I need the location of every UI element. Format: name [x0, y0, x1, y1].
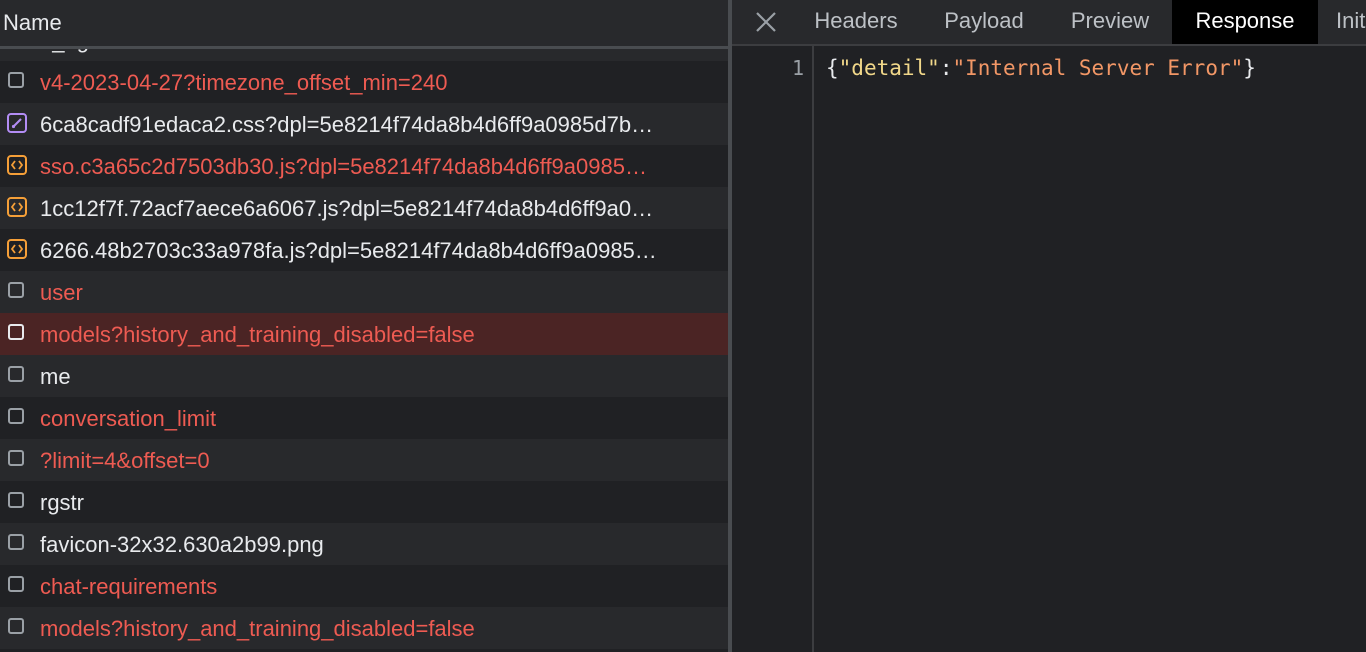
tab-payload[interactable]: Payload: [920, 0, 1048, 44]
json-colon: :: [939, 56, 953, 80]
name-column-header-label: Name: [3, 10, 62, 35]
request-row[interactable]: sso.c3a65c2d7503db30.js?dpl=5e8214f74da8…: [0, 145, 728, 187]
document-checkbox-icon: [8, 72, 24, 88]
close-icon[interactable]: [752, 8, 780, 36]
request-name: models?history_and_training_disabled=fal…: [40, 616, 475, 641]
request-rows: 2_ngc...v4-2023-04-27?timezone_offset_mi…: [0, 19, 728, 649]
document-checkbox-icon: [8, 576, 24, 592]
request-row[interactable]: models?history_and_training_disabled=fal…: [0, 313, 728, 355]
request-name: user: [40, 280, 83, 305]
request-row[interactable]: me: [0, 355, 728, 397]
request-row[interactable]: user: [0, 271, 728, 313]
request-name: ?limit=4&offset=0: [40, 448, 210, 473]
request-details: Headers Payload Preview Response Initiat…: [732, 0, 1366, 652]
request-row[interactable]: 6ca8cadf91edaca2.css?dpl=5e8214f74da8b4d…: [0, 103, 728, 145]
request-row[interactable]: chat-requirements: [0, 565, 728, 607]
document-checkbox-icon: [8, 618, 24, 634]
request-name: sso.c3a65c2d7503db30.js?dpl=5e8214f74da8…: [40, 154, 647, 179]
tab-headers[interactable]: Headers: [792, 0, 920, 44]
details-tabbar: Headers Payload Preview Response Initiat…: [732, 0, 1366, 46]
request-row[interactable]: conversation_limit: [0, 397, 728, 439]
script-file-icon: [7, 239, 27, 259]
request-name: me: [40, 364, 71, 389]
request-name: v4-2023-04-27?timezone_offset_min=240: [40, 70, 448, 95]
json-close-brace: }: [1243, 56, 1256, 80]
request-list: Name 2_ngc...v4-2023-04-27?timezone_offs…: [0, 0, 728, 652]
line-number: 1: [791, 56, 804, 80]
devtools-network-panel: Name 2_ngc...v4-2023-04-27?timezone_offs…: [0, 0, 1366, 652]
stylesheet-file-icon: [7, 113, 27, 133]
document-checkbox-icon: [8, 366, 24, 382]
request-name: 1cc12f7f.72acf7aece6a6067.js?dpl=5e8214f…: [40, 196, 654, 221]
json-string-value: "Internal Server Error": [952, 56, 1244, 80]
request-name: models?history_and_training_disabled=fal…: [40, 322, 475, 347]
tab-initiator[interactable]: Initiator: [1318, 0, 1366, 44]
request-row[interactable]: v4-2023-04-27?timezone_offset_min=240: [0, 61, 728, 103]
document-checkbox-icon: [8, 450, 24, 466]
script-file-icon: [7, 197, 27, 217]
response-viewer[interactable]: 1 {"detail":"Internal Server Error"}: [732, 46, 1366, 652]
tab-preview[interactable]: Preview: [1048, 0, 1172, 44]
request-row[interactable]: ?limit=4&offset=0: [0, 439, 728, 481]
request-row[interactable]: 1cc12f7f.72acf7aece6a6067.js?dpl=5e8214f…: [0, 187, 728, 229]
name-column-header[interactable]: Name: [0, 0, 728, 49]
response-body[interactable]: {"detail":"Internal Server Error"}: [826, 56, 1256, 80]
request-name: rgstr: [40, 490, 84, 515]
document-checkbox-icon: [8, 282, 24, 298]
document-checkbox-icon: [8, 492, 24, 508]
request-row[interactable]: favicon-32x32.630a2b99.png: [0, 523, 728, 565]
tab-response[interactable]: Response: [1172, 0, 1318, 44]
request-row[interactable]: models?history_and_training_disabled=fal…: [0, 607, 728, 649]
request-name: conversation_limit: [40, 406, 217, 431]
document-checkbox-icon: [8, 324, 24, 340]
request-name: chat-requirements: [40, 574, 218, 599]
document-checkbox-icon: [8, 408, 24, 424]
request-name: favicon-32x32.630a2b99.png: [40, 532, 324, 557]
script-file-icon: [7, 155, 27, 175]
request-name: 6ca8cadf91edaca2.css?dpl=5e8214f74da8b4d…: [40, 112, 654, 137]
json-open-brace: {: [826, 56, 839, 80]
line-gutter: 1: [732, 46, 814, 652]
document-checkbox-icon: [8, 534, 24, 550]
request-row[interactable]: rgstr: [0, 481, 728, 523]
request-row[interactable]: 6266.48b2703c33a978fa.js?dpl=5e8214f74da…: [0, 229, 728, 271]
json-key: "detail": [838, 56, 940, 80]
request-name: 6266.48b2703c33a978fa.js?dpl=5e8214f74da…: [40, 238, 657, 263]
